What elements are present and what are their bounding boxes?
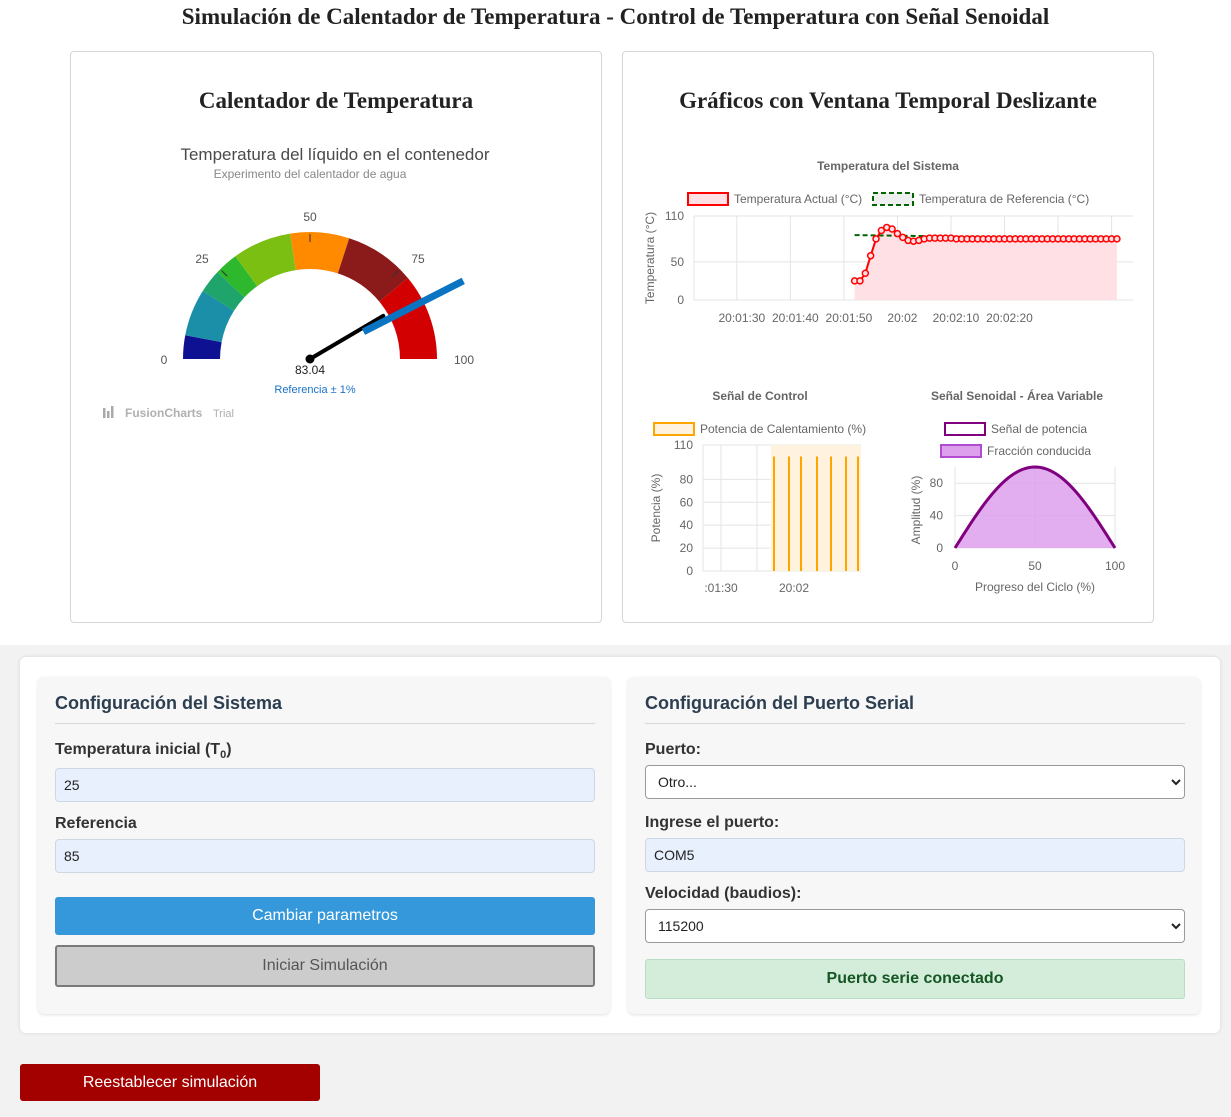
temp-xtick-label: 20:02:20 [986,311,1033,325]
baud-label: Velocidad (baudios): [645,885,802,902]
legend-label-actual: Temperatura Actual (°C) [734,192,862,206]
sine-ytick-label: 0 [936,541,943,555]
control-ytick-label: 80 [680,472,694,486]
port-select[interactable]: Otro... [645,765,1185,799]
temp-chart-title: Temperatura del Sistema [817,159,959,173]
control-xtick-label: :01:30 [704,581,738,595]
port-input[interactable] [645,838,1185,872]
reference-input[interactable] [55,839,595,873]
system-config-section: Configuración del Sistema Temperatura in… [38,677,610,1014]
gauge-tick-label-0: 0 [161,353,168,367]
temp-ytick-label: 110 [665,209,684,223]
legend-label-conducted: Fracción conducida [987,444,1091,458]
control-ytick-label: 0 [686,564,693,578]
serial-config-title: Configuración del Puerto Serial [645,693,915,713]
config-panel: Configuración del Sistema Temperatura in… [20,657,1220,1033]
temp-ytick-label: 50 [671,255,685,269]
temp-xtick-label: 20:01:30 [718,311,765,325]
temperature-gauge: Temperatura del líquido en el contenedor… [103,145,490,420]
legend-label-signal: Señal de potencia [991,422,1087,436]
control-chart-title: Señal de Control [712,389,807,403]
sine-chart-title: Señal Senoidal - Área Variable [931,388,1103,403]
temp-data-point [856,277,864,285]
legend-swatch-signal [944,422,986,436]
control-ytick-label: 60 [680,495,694,509]
port-label: Puerto: [645,741,701,758]
legend-swatch-actual [687,192,729,206]
temp-data-point [888,225,896,233]
fusioncharts-trial-label: Trial [213,408,234,420]
sine-chart-xlabel: Progreso del Ciclo (%) [975,580,1095,594]
system-config-title: Configuración del Sistema [55,693,283,713]
sine-ytick-label: 80 [930,476,944,490]
sine-chart-ylabel: Amplitud (%) [909,476,923,545]
page-title: Simulación de Calentador de Temperatura … [181,4,1050,29]
gauge-tick-label-25: 25 [195,252,209,266]
temp-xtick-label: 20:01:40 [772,311,819,325]
charts-card: Gráficos con Ventana Temporal Deslizante… [622,51,1154,623]
reference-label: Referencia [55,815,137,832]
initial-temp-input[interactable] [55,768,595,802]
change-params-button[interactable]: Cambiar parametros [55,897,595,935]
heater-card: Calentador de Temperatura Temperatura de… [70,51,602,623]
sine-xtick-label: 50 [1028,559,1042,573]
port-input-label: Ingrese el puerto: [645,814,780,831]
temp-data-point [866,251,875,260]
control-ytick-label: 110 [674,438,693,452]
temp-chart-ylabel: Temperatura (°C) [643,212,657,304]
start-simulation-button[interactable]: Iniciar Simulación [55,945,595,987]
gauge-value-label: 83.04 [295,363,325,377]
temp-data-point [872,235,880,243]
temp-ytick-label: 0 [677,293,684,307]
temp-xtick-label: 20:01:50 [826,311,873,325]
initial-temp-label-close: ) [226,741,232,758]
initial-temp-label: Temperatura inicial (T0) [55,741,232,761]
sine-xtick-label: 100 [1105,559,1125,573]
legend-label-reference: Temperatura de Referencia (°C) [919,192,1089,206]
control-chart-ylabel: Potencia (%) [649,474,663,543]
control-xtick-label: 20:02 [779,581,809,595]
gauge-reference-label: Referencia ± 1% [274,384,355,396]
divider [645,723,1185,724]
gauge-subcaption: Experimento del calentador de agua [214,167,407,181]
temp-data-point [1113,235,1121,243]
reset-simulation-button[interactable]: Reestablecer simulación [20,1064,320,1101]
charts-area: Temperatura del Sistema Temperatura Actu… [643,159,1133,595]
baud-select[interactable]: 115200 [645,909,1185,943]
legend-swatch-power [653,422,695,436]
serial-config-section: Configuración del Puerto Serial Puerto: … [628,677,1200,1014]
legend-swatch-reference [872,192,914,206]
gauge-tick-label-50: 50 [303,210,317,224]
temp-xtick-label: 20:02 [887,311,917,325]
legend-swatch-conducted [940,444,982,458]
control-ytick-label: 20 [680,541,694,555]
initial-temp-label-text: Temperatura inicial (T [55,741,221,758]
fusioncharts-logo-icon [103,406,114,418]
fusioncharts-watermark: FusionCharts [125,406,203,420]
gauge-tick-label-75: 75 [411,252,425,266]
control-ytick-label: 40 [680,518,694,532]
temp-xtick-label: 20:02:10 [933,311,980,325]
legend-label-power: Potencia de Calentamiento (%) [700,422,866,436]
serial-status-badge: Puerto serie conectado [645,959,1185,999]
sine-conducted-area [955,467,1115,548]
divider [55,723,595,724]
sine-xtick-label: 0 [952,559,959,573]
gauge-needle [308,313,386,361]
temp-data-point [861,269,870,278]
gauge-tick-label-100: 100 [454,353,474,367]
gauge-caption: Temperatura del líquido en el contenedor [180,145,489,164]
sine-ytick-label: 40 [930,509,944,523]
